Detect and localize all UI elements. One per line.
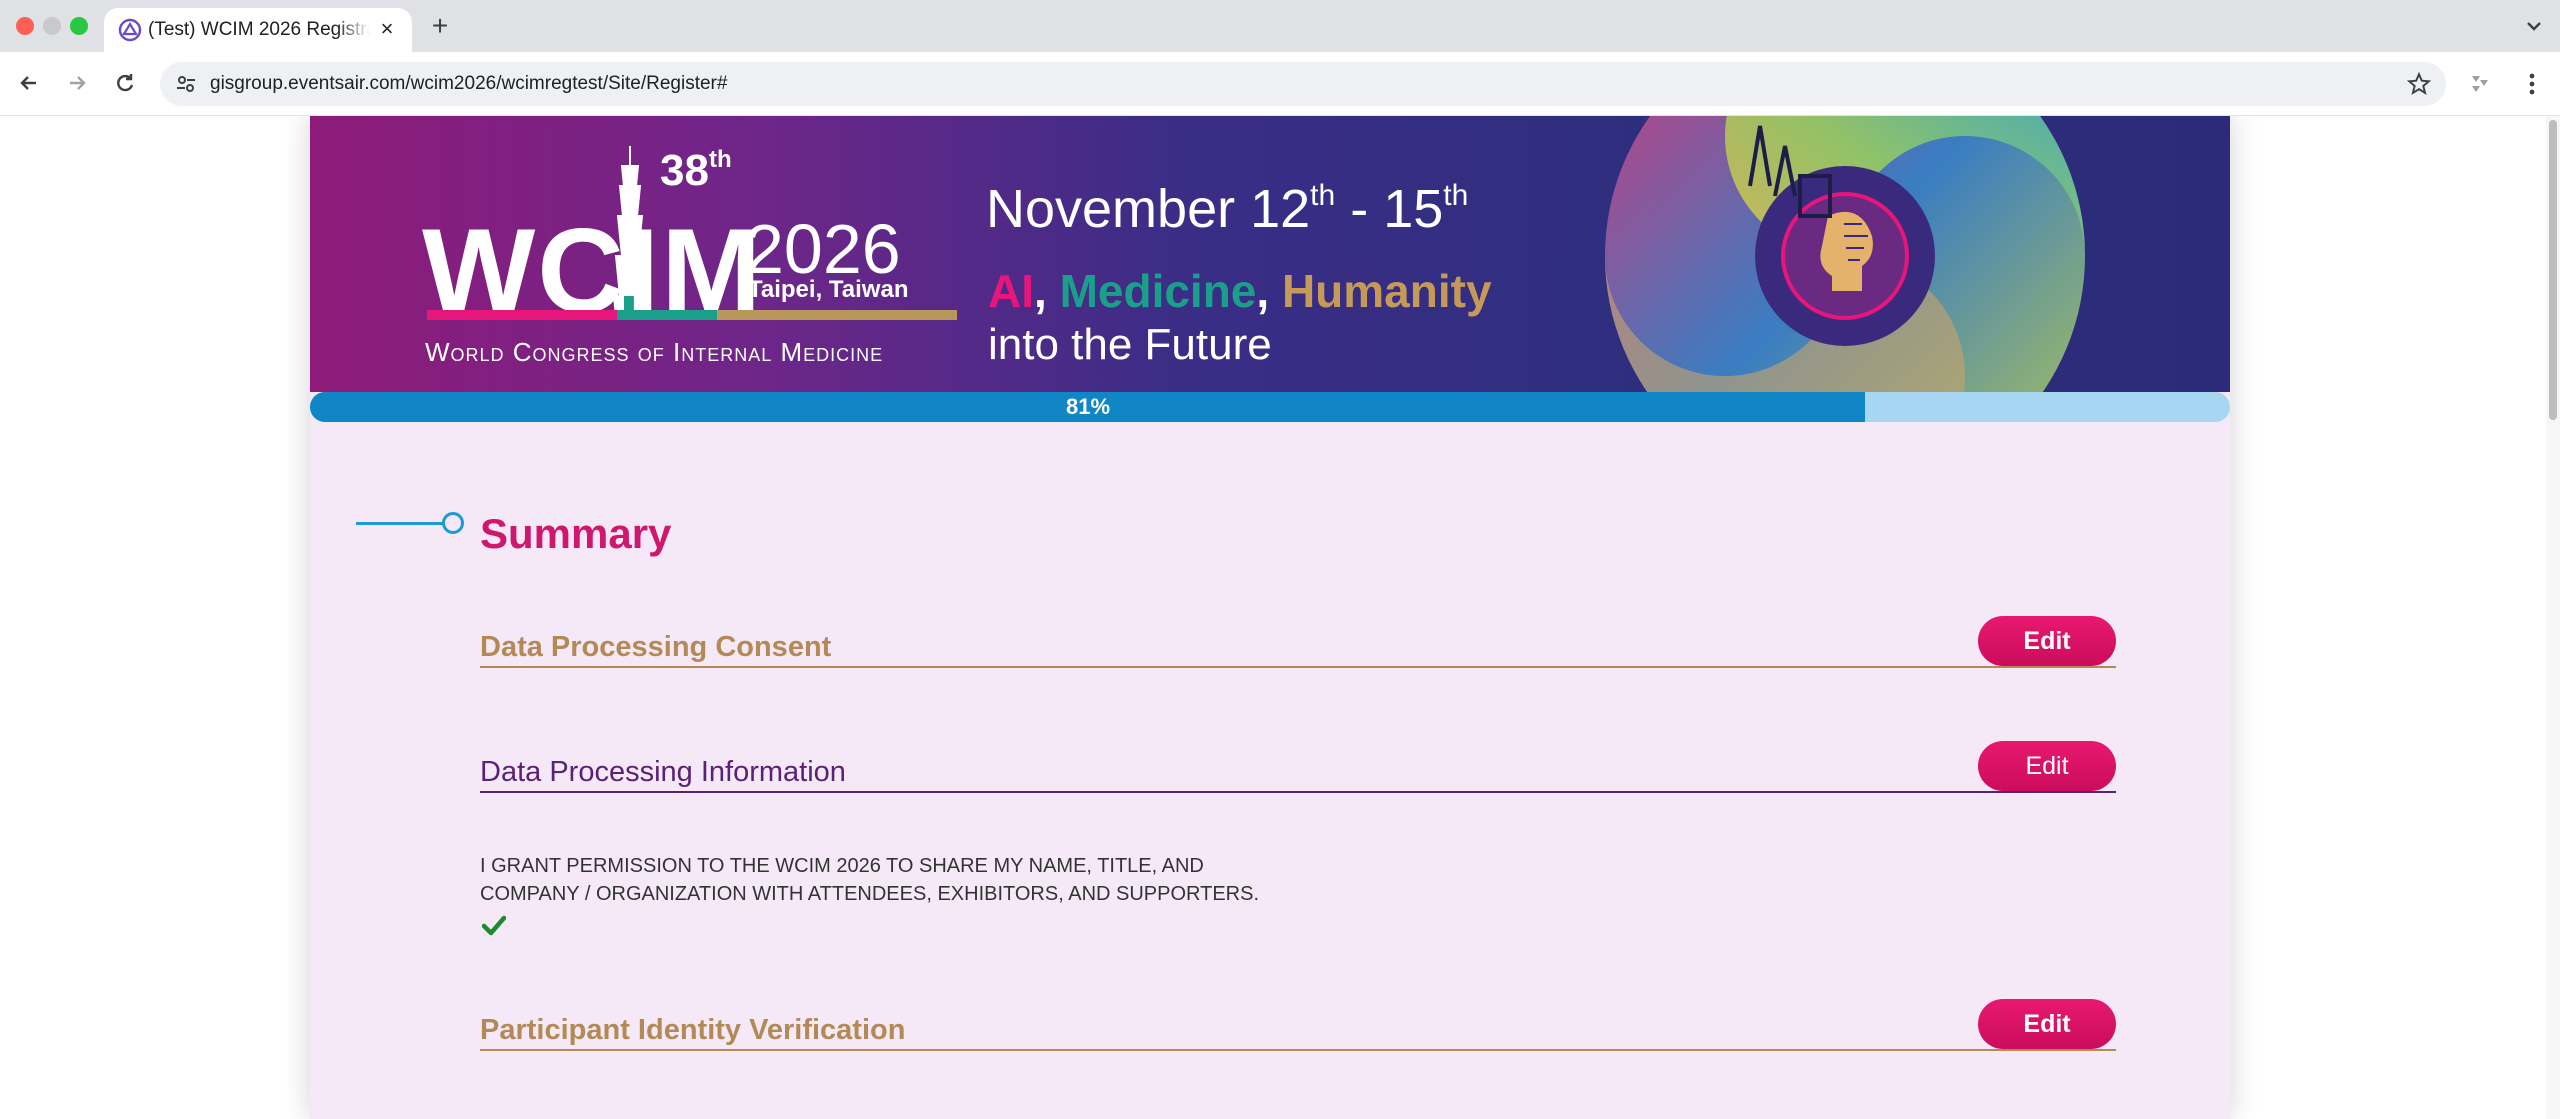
- event-dates: November 12th - 15th: [986, 179, 1469, 239]
- url-text[interactable]: gisgroup.eventsair.com/wcim2026/wcimregt…: [210, 73, 727, 95]
- progress-label: 81%: [1065, 394, 1111, 419]
- edit-participant-identity-verification-button[interactable]: Edit: [1978, 999, 2116, 1049]
- event-banner: 38th WCIM 2026 Taipei, Taiwan World Cong…: [310, 116, 2230, 392]
- back-arrow-icon[interactable]: [14, 68, 44, 98]
- logo-bar-pink: [427, 310, 617, 320]
- eventsair-favicon-icon: [118, 18, 142, 42]
- tab-title: (Test) WCIM 2026 Registration: [148, 19, 370, 40]
- browser-menu-icon[interactable]: [2518, 70, 2546, 98]
- section-divider: [480, 791, 2116, 793]
- page-title: Summary: [480, 510, 672, 557]
- address-bar[interactable]: gisgroup.eventsair.com/wcim2026/wcimregt…: [160, 62, 2446, 106]
- edition-number: 38th: [660, 146, 732, 195]
- window-minimize-button[interactable]: [43, 17, 61, 35]
- tab-search-chevron-icon[interactable]: [2522, 14, 2546, 38]
- registration-page: 38th WCIM 2026 Taipei, Taiwan World Cong…: [310, 116, 2230, 1119]
- section-data-processing-information: Data Processing Information Edit: [480, 741, 2116, 793]
- registration-progress-bar: 81%: [310, 392, 2230, 422]
- browser-tabstrip: (Test) WCIM 2026 Registration × +: [0, 0, 2560, 52]
- logo-bar-gold: [717, 310, 957, 320]
- logo-bar-teal: [617, 310, 717, 320]
- browser-toolbar: gisgroup.eventsair.com/wcim2026/wcimregt…: [0, 52, 2560, 116]
- consent-line-1: I grant permission to the WCIM 2026 to s…: [480, 855, 1204, 877]
- window-maximize-button[interactable]: [70, 17, 88, 35]
- ai-globe-illustration-icon: [1605, 116, 2085, 392]
- consent-line-2: company / organization with attendees, e…: [480, 883, 1260, 905]
- section-title: Data Processing Consent: [480, 631, 832, 663]
- section-participant-identity-verification: Participant Identity Verification Edit: [480, 999, 2116, 1051]
- extension-icon[interactable]: [2466, 70, 2494, 98]
- forward-arrow-icon[interactable]: [62, 68, 92, 98]
- summary-deco-line: [356, 522, 450, 525]
- section-divider: [480, 1049, 2116, 1051]
- tab-close-icon[interactable]: ×: [374, 16, 400, 42]
- summary-deco-circle: [442, 512, 464, 534]
- scrollbar-thumb[interactable]: [2549, 120, 2557, 420]
- window-close-button[interactable]: [16, 17, 34, 35]
- section-divider: [480, 666, 2116, 668]
- consent-statement: I grant permission to the WCIM 2026 to s…: [480, 852, 1380, 908]
- bookmark-star-icon[interactable]: [2406, 71, 2432, 97]
- page-scrollbar[interactable]: [2546, 116, 2560, 1119]
- checkmark-icon: [482, 915, 506, 936]
- edit-data-processing-consent-button[interactable]: Edit: [1978, 616, 2116, 666]
- event-tagline-line2: into the Future: [988, 320, 1272, 369]
- new-tab-button[interactable]: +: [426, 12, 454, 40]
- reload-icon[interactable]: [110, 68, 140, 98]
- section-title: Participant Identity Verification: [480, 1014, 906, 1046]
- section-title: Data Processing Information: [480, 756, 846, 788]
- logo-city: Taipei, Taiwan: [748, 276, 909, 303]
- event-tagline: AI, Medicine, Humanity: [988, 265, 1492, 317]
- section-data-processing-consent: Data Processing Consent Edit: [480, 616, 2116, 668]
- browser-tab-active[interactable]: (Test) WCIM 2026 Registration ×: [104, 8, 412, 52]
- page-viewport: 38th WCIM 2026 Taipei, Taiwan World Cong…: [0, 116, 2560, 1119]
- logo-subtitle: World Congress of Internal Medicine: [425, 337, 884, 367]
- edit-data-processing-information-button[interactable]: Edit: [1978, 741, 2116, 791]
- site-info-icon[interactable]: [174, 72, 198, 96]
